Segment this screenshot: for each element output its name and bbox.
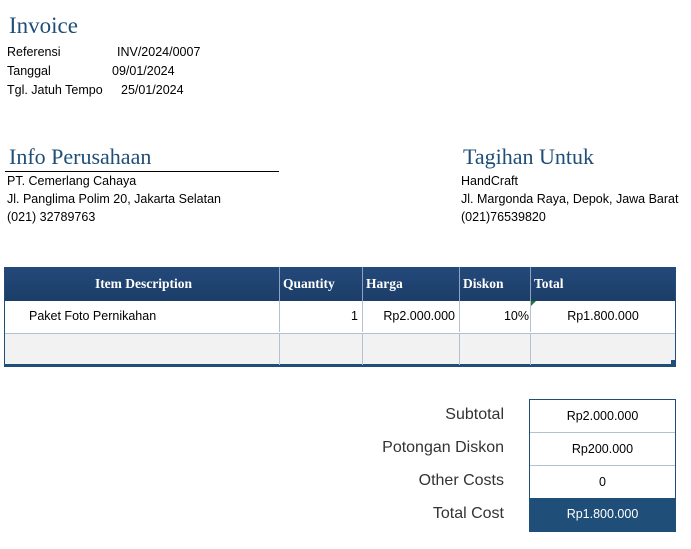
invoice-title: Invoice — [9, 13, 78, 38]
discount-total-label: Potongan Diskon — [382, 439, 504, 456]
cell-quantity[interactable] — [279, 334, 362, 365]
date-label: Tanggal — [7, 64, 51, 78]
header-price[interactable]: Harga — [362, 267, 459, 301]
due-date-value[interactable]: 25/01/2024 — [121, 83, 184, 97]
client-address[interactable]: Jl. Margonda Raya, Depok, Jawa Barat — [461, 192, 678, 206]
summary-box: Rp2.000.000 Rp200.000 0 Rp1.800.000 — [529, 399, 676, 532]
company-address[interactable]: Jl. Panglima Polim 20, Jakarta Selatan — [7, 192, 221, 206]
cell-total[interactable] — [530, 334, 675, 365]
company-title-underline — [5, 171, 279, 172]
client-name[interactable]: HandCraft — [461, 174, 518, 188]
other-costs-value[interactable]: 0 — [530, 466, 675, 499]
items-table: Item Description Quantity Harga Diskon T… — [4, 267, 676, 367]
subtotal-label: Subtotal — [445, 406, 504, 423]
discount-total-value[interactable]: Rp200.000 — [530, 433, 675, 466]
cell-total-value: Rp1.800.000 — [567, 309, 639, 323]
reference-value[interactable]: INV/2024/0007 — [117, 45, 200, 59]
company-phone[interactable]: (021) 32789763 — [7, 210, 95, 224]
header-quantity[interactable]: Quantity — [279, 267, 362, 301]
client-phone[interactable]: (021)76539820 — [461, 210, 546, 224]
total-cost-label: Total Cost — [432, 505, 504, 522]
cell-price[interactable] — [362, 334, 459, 365]
bill-to-title: Tagihan Untuk — [463, 144, 595, 169]
cell-discount[interactable] — [459, 334, 530, 365]
header-discount[interactable]: Diskon — [459, 267, 530, 301]
formula-indicator-icon — [531, 301, 536, 306]
cell-description[interactable]: Paket Foto Pernikahan — [5, 301, 279, 332]
cell-price[interactable]: Rp2.000.000 — [362, 301, 459, 332]
other-costs-label: Other Costs — [418, 472, 504, 489]
cell-discount[interactable]: 10% — [459, 301, 530, 332]
cell-quantity[interactable]: 1 — [279, 301, 362, 332]
table-resize-handle[interactable] — [671, 360, 675, 364]
header-total[interactable]: Total — [530, 267, 675, 301]
cell-total[interactable]: Rp1.800.000 — [530, 301, 675, 332]
due-date-label: Tgl. Jatuh Tempo — [7, 83, 103, 97]
cell-description[interactable] — [5, 334, 279, 365]
date-value[interactable]: 09/01/2024 — [112, 64, 175, 78]
table-row — [5, 333, 675, 365]
reference-label: Referensi — [7, 45, 61, 59]
header-item-description[interactable]: Item Description — [5, 267, 279, 301]
total-cost-value[interactable]: Rp1.800.000 — [530, 498, 675, 532]
table-row: Paket Foto Pernikahan 1 Rp2.000.000 10% … — [5, 301, 675, 333]
company-name[interactable]: PT. Cemerlang Cahaya — [7, 174, 136, 188]
subtotal-value[interactable]: Rp2.000.000 — [530, 400, 675, 433]
table-header: Item Description Quantity Harga Diskon T… — [5, 267, 675, 301]
company-info-title: Info Perusahaan — [9, 144, 152, 169]
